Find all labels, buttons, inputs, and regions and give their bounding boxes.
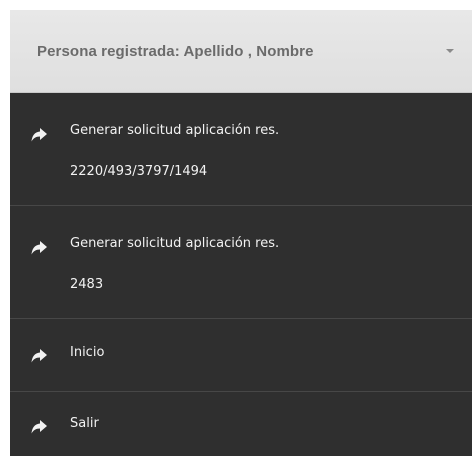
user-dropdown-panel: Persona registrada: Apellido , Nombre Ge… (0, 0, 472, 456)
menu-item-label: Inicio (70, 345, 105, 360)
share-arrow-icon (31, 420, 47, 434)
caret-down-icon (446, 49, 454, 53)
menu-item-generar-solicitud-1494[interactable]: Generar solicitud aplicación res. 2220/4… (10, 93, 472, 206)
menu-item-salir[interactable]: Salir (10, 392, 472, 456)
menu-item-label: Generar solicitud aplicación res. (70, 236, 280, 251)
share-arrow-icon (31, 241, 47, 255)
menu-item-label: Salir (70, 416, 99, 431)
share-arrow-icon (31, 128, 47, 142)
menu-item-sublabel: 2220/493/3797/1494 (70, 164, 208, 179)
user-dropdown-toggle[interactable]: Persona registrada: Apellido , Nombre (10, 10, 472, 93)
menu-item-label: Generar solicitud aplicación res. (70, 123, 280, 138)
logged-user-label: Persona registrada: Apellido , Nombre (37, 42, 314, 60)
menu-item-generar-solicitud-2483[interactable]: Generar solicitud aplicación res. 2483 (10, 206, 472, 319)
share-arrow-icon (31, 349, 47, 363)
menu-item-inicio[interactable]: Inicio (10, 319, 472, 392)
menu-item-sublabel: 2483 (70, 277, 104, 292)
dropdown-menu: Generar solicitud aplicación res. 2220/4… (10, 93, 472, 456)
